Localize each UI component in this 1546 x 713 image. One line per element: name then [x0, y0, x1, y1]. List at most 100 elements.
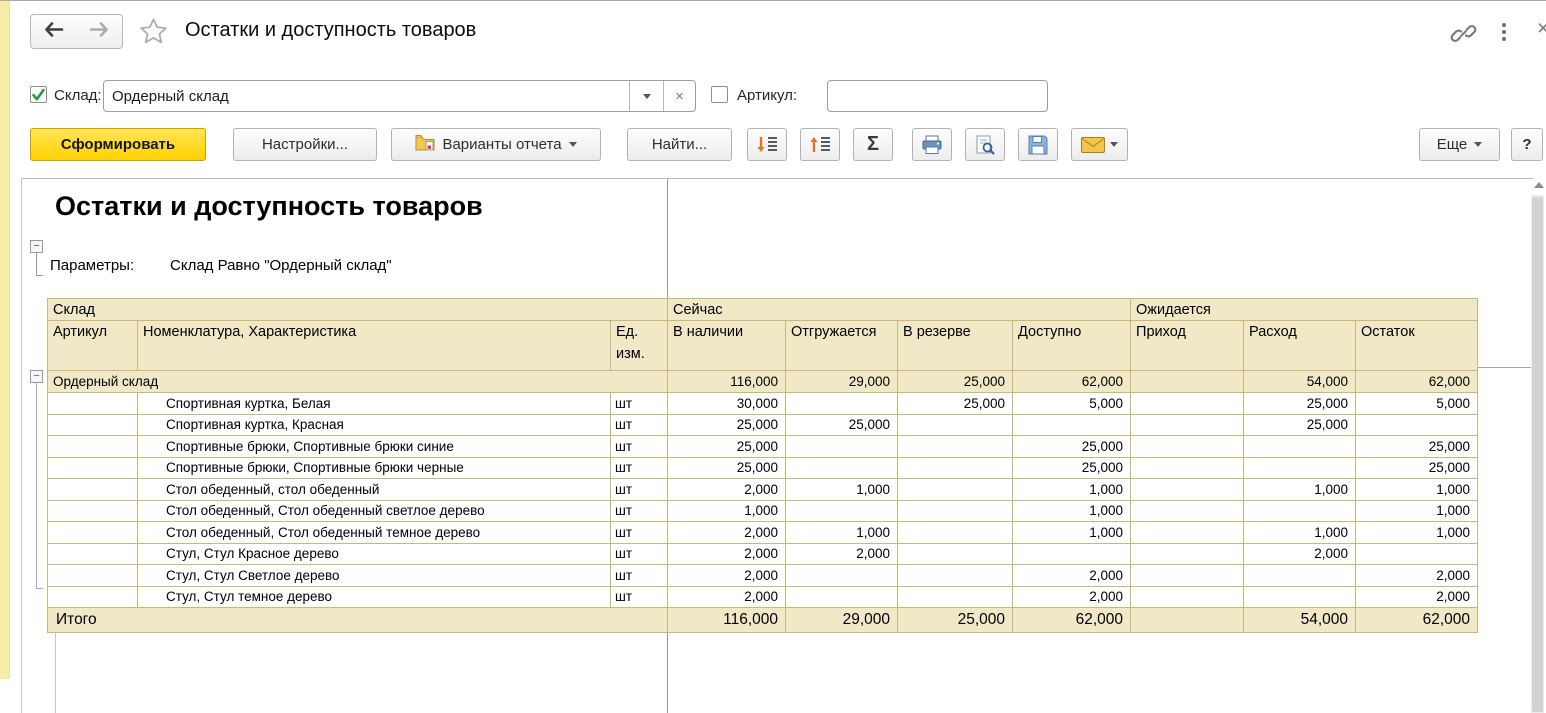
column-header[interactable]: Ед. изм. [611, 321, 668, 371]
value-cell[interactable] [1131, 436, 1244, 458]
value-cell[interactable]: 2,000 [1356, 565, 1478, 587]
value-cell[interactable]: 2,000 [668, 543, 786, 565]
item-name-cell[interactable]: Стол обеденный, Стол обеденный темное де… [138, 522, 611, 544]
favorite-star-icon[interactable] [138, 16, 169, 52]
group-row-value[interactable]: 62,000 [1013, 371, 1131, 393]
article-cell[interactable] [48, 436, 138, 458]
more-button[interactable]: Еще [1419, 128, 1500, 161]
value-cell[interactable]: 2,000 [668, 586, 786, 608]
group-row-value[interactable]: 62,000 [1356, 371, 1478, 393]
total-label[interactable]: Итого [48, 608, 668, 633]
column-header[interactable]: В резерве [898, 321, 1013, 371]
column-header[interactable]: Артикул [48, 321, 138, 371]
group-row-value[interactable]: 29,000 [786, 371, 898, 393]
warehouse-checkbox[interactable] [30, 86, 47, 103]
value-cell[interactable]: 2,000 [1356, 586, 1478, 608]
value-cell[interactable]: 1,000 [1013, 500, 1131, 522]
value-cell[interactable]: 2,000 [1013, 586, 1131, 608]
group-row-value[interactable] [1131, 371, 1244, 393]
unit-cell[interactable]: шт [611, 543, 668, 565]
value-cell[interactable] [1013, 543, 1131, 565]
value-cell[interactable] [786, 457, 898, 479]
warehouse-dropdown-button[interactable] [629, 81, 663, 111]
print-button[interactable] [912, 128, 952, 161]
value-cell[interactable]: 5,000 [1356, 393, 1478, 415]
unit-cell[interactable]: шт [611, 522, 668, 544]
value-cell[interactable] [1131, 457, 1244, 479]
value-cell[interactable]: 25,000 [668, 436, 786, 458]
value-cell[interactable]: 25,000 [898, 393, 1013, 415]
article-cell[interactable] [48, 586, 138, 608]
total-value[interactable] [1131, 608, 1244, 633]
article-cell[interactable] [48, 522, 138, 544]
value-cell[interactable]: 1,000 [1244, 479, 1356, 501]
value-cell[interactable]: 2,000 [668, 565, 786, 587]
settings-button[interactable]: Настройки... [233, 128, 377, 161]
value-cell[interactable]: 25,000 [1013, 436, 1131, 458]
more-menu-icon[interactable] [1502, 23, 1506, 41]
value-cell[interactable]: 25,000 [1244, 414, 1356, 436]
value-cell[interactable]: 1,000 [668, 500, 786, 522]
print-preview-button[interactable] [965, 128, 1005, 161]
value-cell[interactable] [1244, 500, 1356, 522]
value-cell[interactable]: 1,000 [1356, 500, 1478, 522]
value-cell[interactable] [786, 586, 898, 608]
item-name-cell[interactable]: Спортивные брюки, Спортивные брюки синие [138, 436, 611, 458]
value-cell[interactable]: 2,000 [668, 522, 786, 544]
column-header[interactable]: Номенклатура, Характеристика [138, 321, 611, 371]
value-cell[interactable]: 25,000 [1356, 457, 1478, 479]
column-header[interactable]: Отгружается [786, 321, 898, 371]
unit-cell[interactable]: шт [611, 479, 668, 501]
group-header[interactable]: Ожидается [1131, 299, 1478, 321]
value-cell[interactable]: 2,000 [668, 479, 786, 501]
column-header[interactable]: Доступно [1013, 321, 1131, 371]
item-name-cell[interactable]: Стул, Стул Светлое дерево [138, 565, 611, 587]
value-cell[interactable] [898, 436, 1013, 458]
help-button[interactable]: ? [1511, 128, 1543, 161]
value-cell[interactable]: 5,000 [1013, 393, 1131, 415]
article-checkbox[interactable] [711, 86, 728, 103]
value-cell[interactable] [786, 393, 898, 415]
send-mail-button[interactable] [1071, 128, 1128, 161]
group-row-name[interactable]: Ордерный склад [48, 371, 668, 393]
value-cell[interactable] [1131, 479, 1244, 501]
column-header[interactable]: В наличии [668, 321, 786, 371]
value-cell[interactable] [786, 500, 898, 522]
value-cell[interactable] [898, 479, 1013, 501]
group-header[interactable]: Сейчас [668, 299, 1131, 321]
value-cell[interactable]: 1,000 [1013, 479, 1131, 501]
close-icon[interactable]: × [1537, 17, 1546, 41]
article-cell[interactable] [48, 457, 138, 479]
value-cell[interactable]: 30,000 [668, 393, 786, 415]
value-cell[interactable]: 25,000 [786, 414, 898, 436]
item-name-cell[interactable]: Стол обеденный, стол обеденный [138, 479, 611, 501]
unit-cell[interactable]: шт [611, 565, 668, 587]
value-cell[interactable] [898, 522, 1013, 544]
value-cell[interactable] [898, 565, 1013, 587]
value-cell[interactable] [898, 457, 1013, 479]
value-cell[interactable]: 1,000 [786, 522, 898, 544]
group-row-value[interactable]: 116,000 [668, 371, 786, 393]
article-cell[interactable] [48, 414, 138, 436]
item-name-cell[interactable]: Спортивная куртка, Красная [138, 414, 611, 436]
article-cell[interactable] [48, 500, 138, 522]
sum-button[interactable]: Σ [853, 128, 893, 161]
forward-button[interactable] [76, 14, 123, 49]
group-header[interactable]: Склад [48, 299, 668, 321]
warehouse-field[interactable]: Ордерный склад × [103, 80, 696, 112]
unit-cell[interactable]: шт [611, 457, 668, 479]
total-value[interactable]: 116,000 [668, 608, 786, 633]
sort-ascending-button[interactable] [800, 128, 840, 161]
collapse-group-button[interactable]: − [30, 370, 43, 383]
value-cell[interactable]: 25,000 [1356, 436, 1478, 458]
value-cell[interactable]: 25,000 [668, 414, 786, 436]
item-name-cell[interactable]: Спортивная куртка, Белая [138, 393, 611, 415]
article-cell[interactable] [48, 543, 138, 565]
value-cell[interactable]: 1,000 [786, 479, 898, 501]
sort-descending-button[interactable] [747, 128, 787, 161]
get-link-icon[interactable] [1450, 20, 1477, 52]
value-cell[interactable]: 2,000 [1013, 565, 1131, 587]
group-row-value[interactable]: 54,000 [1244, 371, 1356, 393]
warehouse-clear-button[interactable]: × [663, 81, 695, 111]
value-cell[interactable] [1013, 414, 1131, 436]
